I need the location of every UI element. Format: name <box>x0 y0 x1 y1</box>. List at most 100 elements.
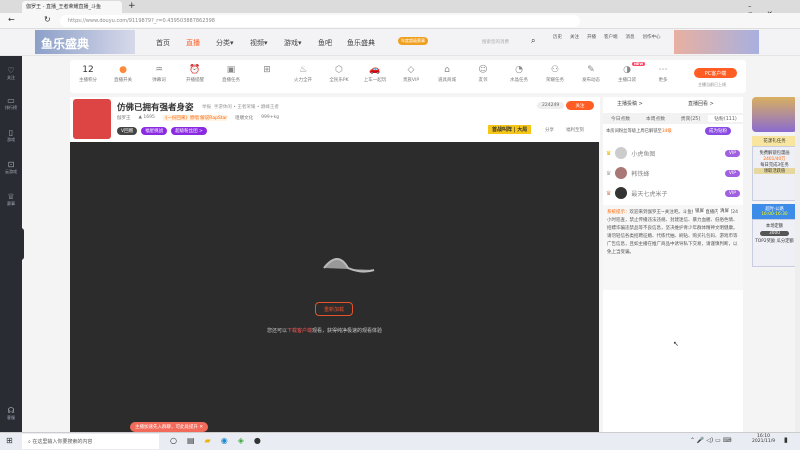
room-title: 仿佛已拥有强者身姿 <box>117 103 194 113</box>
toolbar-item[interactable]: ♨ 火力全开 <box>288 65 318 83</box>
taskbar-search[interactable]: ⌕ 在这里输入你要搜索的内容 <box>22 434 159 449</box>
toast[interactable]: 主播加速先入群聊，可此处提升 ✕ <box>130 422 209 432</box>
site-header: 鱼乐盛典 首页 直播 分类▾ 视频▾ 游戏▾ 鱼吧 鱼乐盛典 年度超级赛事 搜索… <box>0 29 800 56</box>
follow-button[interactable]: 关注 <box>566 101 594 110</box>
nav-video[interactable]: 视频▾ <box>250 38 268 48</box>
file-explorer-icon[interactable]: ▰ <box>205 436 211 445</box>
rank-row[interactable]: ♛ 最天七虎米子 VIP <box>606 183 740 203</box>
event-ad-image[interactable] <box>752 97 797 132</box>
search-input[interactable]: 搜索您的消费 <box>482 39 509 45</box>
song-tag[interactable]: 《一份回来》原唱 解说RapStar <box>162 115 228 121</box>
toolbar-item[interactable]: ⌂ 道具商城 <box>432 65 462 83</box>
rank-icon: ▭ <box>7 96 15 105</box>
sidebar-rank[interactable]: ▭ 排行榜 <box>0 96 22 111</box>
ad-time-box: 超时·公路 16:00-16:30 <box>752 204 797 219</box>
ad-box-2[interactable]: 本场定额 3000 TOP2奖励 瓜分定额 <box>752 219 797 267</box>
anchor-avatar[interactable] <box>73 99 111 139</box>
sidebar-events[interactable]: ♕ 赛事 <box>0 192 22 207</box>
pc-client-button[interactable]: PC客户端 <box>694 68 737 78</box>
tab-week[interactable]: 本周点数 <box>638 115 673 122</box>
messages-button[interactable]: 消息 <box>626 34 635 40</box>
replay-link[interactable]: 直播回看 > <box>688 100 714 107</box>
download-client-link[interactable]: 下载客户端 <box>287 328 312 334</box>
tab-vip[interactable]: 贵宾(25) <box>673 115 708 122</box>
history-button[interactable]: 历史 <box>553 34 562 40</box>
promo-badge[interactable]: 年度超级赛事 <box>398 37 428 45</box>
trophy-icon: ♕ <box>7 192 15 201</box>
rank-row[interactable]: ♛ 小虎鱼图 VIP <box>606 143 740 163</box>
toolbar-item[interactable]: ◑ 主播口袋 NEW <box>612 62 646 83</box>
tab-diamond-fans[interactable]: 钻粉(111) <box>708 115 743 122</box>
toolbar-item[interactable]: ▣ 直播任务 <box>216 65 246 83</box>
toolbar-item[interactable]: ♒ 弹幕词 <box>144 65 174 83</box>
browser-tab-bar: 伽罗王 - 直播_王者荣耀直播_斗鱼 + –▫✕ <box>0 0 800 18</box>
creator-center-button[interactable]: 创作中心 <box>643 34 661 40</box>
toolbar-item[interactable]: ⬡ 全民乐PK <box>324 65 354 83</box>
refresh-icon[interactable]: ↻ <box>44 15 51 24</box>
sidebar-collapse-handle[interactable] <box>18 228 24 260</box>
toolbar-item[interactable]: ● 直播开关 <box>108 65 138 83</box>
sidebar-service[interactable]: ☊ 客服 <box>0 406 22 421</box>
toolbar-item[interactable]: ◇ 贵族VIP <box>396 65 426 83</box>
toolbar-item[interactable]: ✎ 发布动态 <box>576 65 606 83</box>
toolbar-item[interactable]: ⚇ 荣耀任务 <box>540 65 570 83</box>
notification-icon[interactable]: ▮ <box>784 436 788 444</box>
rank-row[interactable]: ♛ 韩铁蜂 VIP <box>606 163 740 183</box>
sidebar-cloud-games[interactable]: ⊡ 云游戏 <box>0 160 22 175</box>
toolbar-item[interactable]: ☺ 友邻 <box>468 65 498 83</box>
lock-screen-toggle[interactable]: 锁屏 <box>693 208 706 214</box>
taskbar-apps: ○ ▤ ▰ ◉ ◈ ● <box>170 436 261 445</box>
widgets-icon[interactable]: ▤ <box>187 436 195 445</box>
edge-icon[interactable]: ◉ <box>221 436 228 445</box>
new-tab-button[interactable]: + <box>128 1 136 11</box>
ad-box-1[interactable]: 免费解锁包漫画 2401/40万 每日完成3任务 领取活跃值 <box>752 146 797 201</box>
user-avatar-banner[interactable] <box>674 30 759 54</box>
app-icon[interactable]: ● <box>254 436 261 445</box>
v-badge[interactable]: V回赠 <box>117 127 138 135</box>
sidebar-games[interactable]: ▯ 游戏 <box>0 128 22 143</box>
toolbar-item[interactable]: ⏰ 开播提醒 <box>180 65 210 83</box>
reload-button[interactable]: 重新加载 <box>315 302 353 316</box>
url-input[interactable]: https://www.douyu.com/9119879?_r=0.43950… <box>60 15 580 27</box>
star-challenge-badge[interactable]: 福星挑战 <box>141 127 168 135</box>
clock[interactable]: 16:10 2021/11/9 <box>752 434 775 444</box>
browser-tab[interactable]: 伽罗王 - 直播_王者荣耀直播_斗鱼 <box>22 1 122 13</box>
windows-start-icon[interactable]: ⊞ <box>6 436 13 445</box>
task-view-icon[interactable]: ○ <box>170 436 177 445</box>
gift-icon[interactable]: ⊞ <box>252 65 282 77</box>
anchor-name[interactable]: 伽罗王 <box>117 115 131 121</box>
system-tray-icons[interactable]: ⌃ 🎤 ◁) ▭ ⌨ <box>690 437 731 444</box>
nav-festival[interactable]: 鱼乐盛典 <box>347 38 375 48</box>
welfare-button[interactable]: 福利至刻 <box>566 127 584 133</box>
sidebar-follow[interactable]: ♡ 关注 <box>0 66 22 81</box>
follow-button[interactable]: 关注 <box>570 34 579 40</box>
fan-notice: 本房间粉丝等级上周已解锁至34级 <box>606 129 672 134</box>
video-player[interactable]: 重新加载 您还可以下载客户端观看，获得纯净极速的观看体验 主播加速先入群聊，可此… <box>70 142 599 432</box>
shield-app-icon[interactable]: ◈ <box>238 436 244 445</box>
search-icon[interactable]: ⌕ <box>531 36 535 46</box>
nav-home[interactable]: 首页 <box>156 38 170 48</box>
become-diamond-fan-button[interactable]: 成为钻粉 <box>705 127 731 135</box>
anchor-posts-link[interactable]: 主播投稿 > <box>617 100 643 107</box>
toolbar-item[interactable]: ◔ 水晶任务 <box>504 65 534 83</box>
clear-screen-toggle[interactable]: 清屏 <box>718 208 731 214</box>
share-button[interactable]: 分享 <box>545 127 554 133</box>
anchor-score[interactable]: 12 主播积分 <box>73 65 103 83</box>
fan-club-badge[interactable]: 超级粉丝团 > <box>171 127 207 135</box>
room-info: 仿佛已拥有强者身姿 举报 手游休闲 • 王者荣耀 • 巅峰王者 伽罗王 ▲ 16… <box>70 97 600 142</box>
back-icon[interactable]: ← <box>8 15 15 24</box>
broadcast-button[interactable]: 开播 <box>587 34 596 40</box>
follower-count: 224249 <box>537 102 565 109</box>
site-logo[interactable]: 鱼乐盛典 <box>35 30 135 54</box>
event-banner[interactable]: 首战叫阵 | 大局 <box>488 125 532 134</box>
page-scrollbar[interactable] <box>795 97 800 432</box>
nav-live[interactable]: 直播 <box>186 38 200 48</box>
toolbar-more[interactable]: ⋯ 更多 <box>648 65 678 83</box>
toolbar-item[interactable]: 🚗 上车一起玩 <box>360 65 390 83</box>
client-button[interactable]: 客户端 <box>604 34 618 40</box>
report-link[interactable]: 举报 <box>202 105 211 110</box>
tab-today[interactable]: 今日点数 <box>603 115 638 122</box>
nav-yuba[interactable]: 鱼吧 <box>318 38 332 48</box>
nav-category[interactable]: 分类▾ <box>216 38 234 48</box>
nav-games[interactable]: 游戏▾ <box>284 38 302 48</box>
